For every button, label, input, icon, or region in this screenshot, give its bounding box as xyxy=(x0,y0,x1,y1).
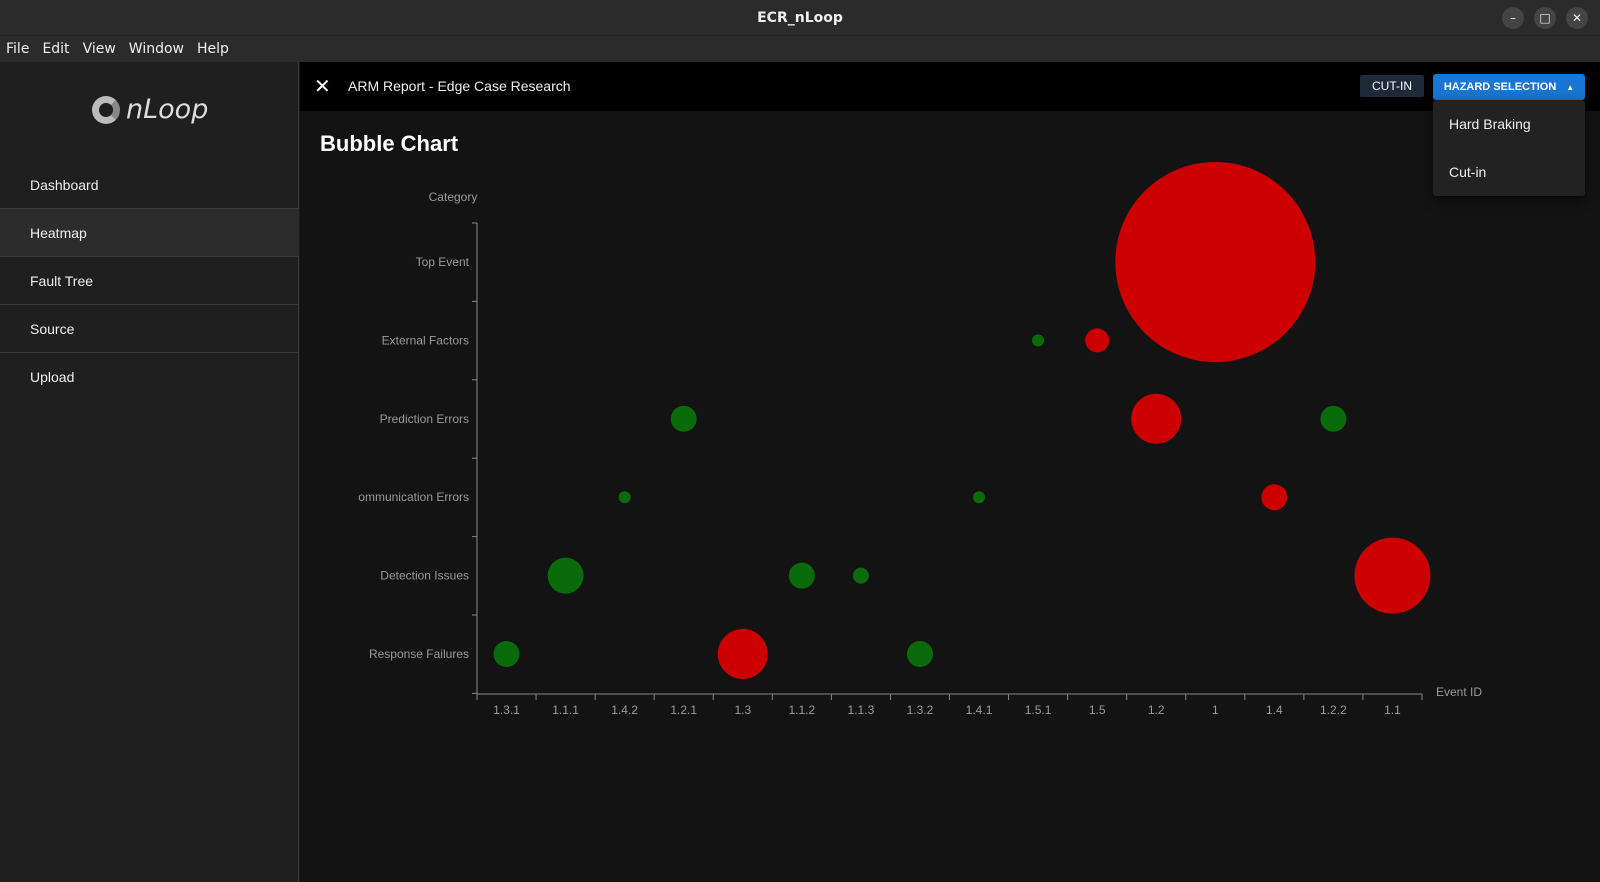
y-tick-label: Detection Issues xyxy=(380,569,469,583)
sidebar-item-heatmap[interactable]: Heatmap xyxy=(0,209,299,257)
bubble xyxy=(547,557,584,594)
logo-ring-icon xyxy=(92,95,120,124)
y-tick-label: Top Event xyxy=(416,255,470,269)
bubble xyxy=(1354,537,1431,614)
bubble xyxy=(670,405,697,432)
sidebar-nav: Dashboard Heatmap Fault Tree Source Uplo… xyxy=(0,161,299,401)
bubble xyxy=(618,491,631,504)
y-tick-label: Prediction Errors xyxy=(380,412,469,426)
x-tick-label: 1.5.1 xyxy=(1025,703,1052,717)
menu-file[interactable]: File xyxy=(6,41,29,57)
sidebar-item-upload[interactable]: Upload xyxy=(0,353,299,401)
dropdown-option-hard-braking[interactable]: Hard Braking xyxy=(1433,100,1585,148)
bubble xyxy=(1115,162,1316,362)
x-tick-label: 1.4.2 xyxy=(611,703,638,717)
bubble xyxy=(788,562,815,589)
x-axis-title: Event ID xyxy=(1436,685,1482,699)
x-tick-label: 1 xyxy=(1212,703,1219,717)
bubble xyxy=(493,641,520,667)
x-tick-label: 1.2 xyxy=(1148,703,1165,717)
window-title: ECR_nLoop xyxy=(757,9,843,26)
bubble xyxy=(1320,405,1347,432)
app-logo: nLoop xyxy=(92,94,208,125)
x-tick-label: 1.2.2 xyxy=(1320,703,1347,717)
bubble xyxy=(1085,328,1110,353)
window-titlebar: ECR_nLoop – □ ✕ xyxy=(0,0,1600,36)
main-panel: ✕ ARM Report - Edge Case Research CUT-IN… xyxy=(300,62,1600,882)
bubble xyxy=(1032,334,1045,347)
bubble-chart: Top Event External Factors Prediction Erro… xyxy=(358,162,1482,717)
bubble xyxy=(1131,393,1182,444)
x-tick-label: 1.5 xyxy=(1089,703,1106,717)
hazard-dropdown-menu: Hard Braking Cut-in xyxy=(1433,100,1585,196)
menu-edit[interactable]: Edit xyxy=(42,41,69,57)
dropdown-option-cut-in[interactable]: Cut-in xyxy=(1433,148,1585,196)
y-tick-label: External Factors xyxy=(382,333,469,347)
bubble xyxy=(1261,484,1288,511)
window-close-icon[interactable]: ✕ xyxy=(1566,7,1588,29)
sidebar: nLoop Dashboard Heatmap Fault Tree Sourc… xyxy=(0,62,299,882)
x-tick-label: 1.1 xyxy=(1384,703,1401,717)
bubble xyxy=(906,641,933,667)
menu-window[interactable]: Window xyxy=(129,41,184,57)
menu-view[interactable]: View xyxy=(83,41,116,57)
x-tick-label: 1.1.2 xyxy=(788,703,815,717)
x-tick-label: 1.4 xyxy=(1266,703,1283,717)
y-tick-label: Response Failures xyxy=(369,647,469,661)
x-tick-label: 1.1.3 xyxy=(848,703,875,717)
x-tick-label: 1.1.1 xyxy=(552,703,579,717)
x-tick-label: 1.3 xyxy=(734,703,751,717)
window-controls: – □ ✕ xyxy=(1502,7,1588,29)
sidebar-item-dashboard[interactable]: Dashboard xyxy=(0,161,299,209)
menu-bar: File Edit View Window Help xyxy=(0,36,1600,62)
bubble xyxy=(717,629,768,679)
x-tick-label: 1.3.1 xyxy=(493,703,520,717)
sidebar-item-source[interactable]: Source xyxy=(0,305,299,353)
x-tick-label: 1.4.1 xyxy=(966,703,993,717)
logo-text: nLoop xyxy=(126,94,209,125)
maximize-icon[interactable]: □ xyxy=(1534,7,1556,29)
bubble xyxy=(852,567,869,584)
y-tick-label: ommunication Errors xyxy=(358,490,469,504)
y-axis-title: Category xyxy=(429,190,478,204)
menu-help[interactable]: Help xyxy=(197,41,229,57)
x-tick-label: 1.2.1 xyxy=(670,703,697,717)
sidebar-item-fault-tree[interactable]: Fault Tree xyxy=(0,257,299,305)
minimize-icon[interactable]: – xyxy=(1502,7,1524,29)
bubble xyxy=(973,491,986,504)
x-tick-label: 1.3.2 xyxy=(907,703,934,717)
